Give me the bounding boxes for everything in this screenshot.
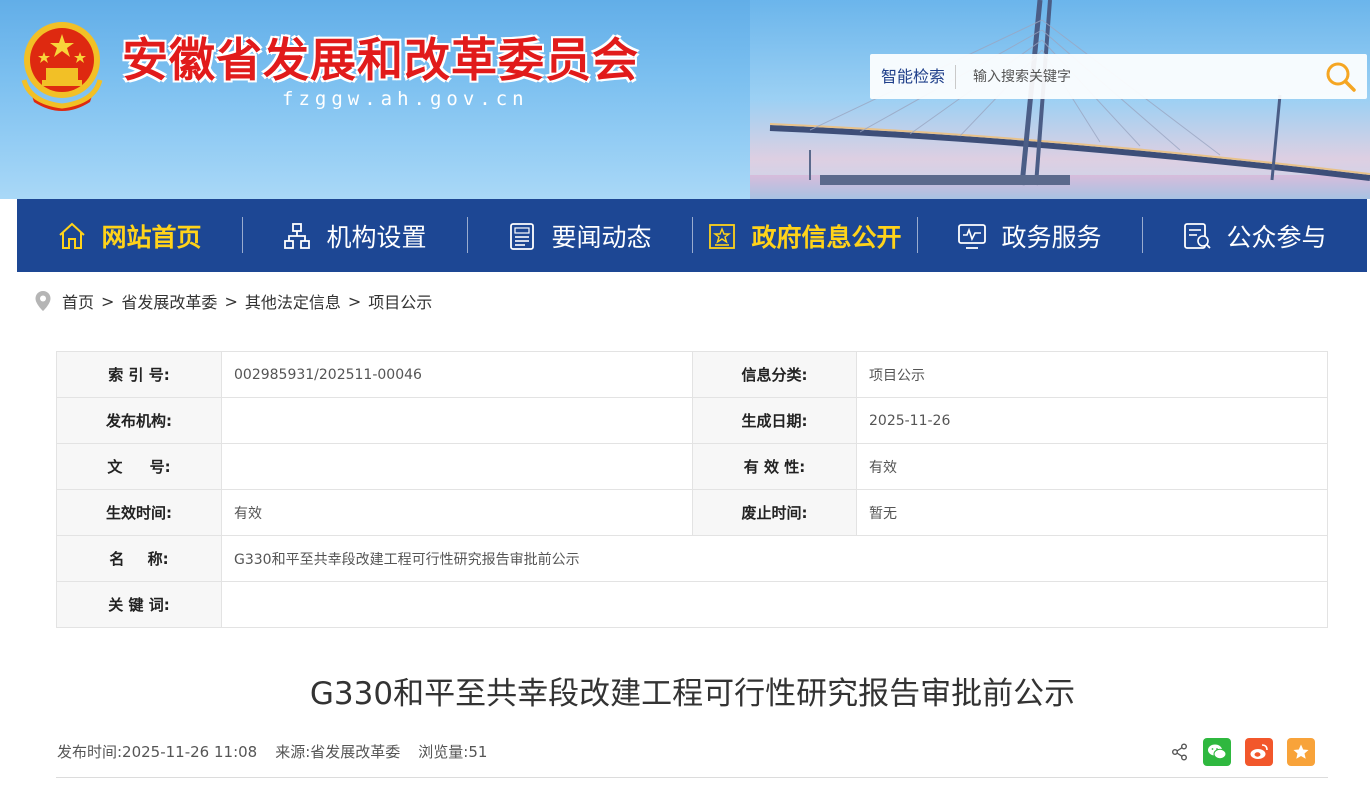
breadcrumb: 首页 > 省发展改革委 > 其他法定信息 > 项目公示 bbox=[34, 287, 432, 315]
bridge-illustration bbox=[750, 0, 1370, 199]
nav-label: 政府信息公开 bbox=[751, 222, 902, 252]
name-label: 名 称: bbox=[56, 535, 222, 582]
info-disclosure-icon bbox=[709, 223, 736, 249]
name-value: G330和平至共幸段改建工程可行性研究报告审批前公示 bbox=[221, 535, 1328, 582]
table-row: 关 键 词: bbox=[56, 581, 1328, 628]
nav-label: 要闻动态 bbox=[551, 222, 652, 252]
breadcrumb-separator: > bbox=[101, 291, 115, 311]
effective-time-value: 有效 bbox=[221, 489, 693, 536]
star-icon bbox=[1293, 744, 1309, 759]
participation-icon bbox=[1184, 222, 1212, 249]
table-row: 发布机构: 生成日期: 2025-11-26 bbox=[56, 397, 1328, 444]
wechat-share-button[interactable] bbox=[1203, 738, 1231, 766]
table-row: 文 号: 有 效 性: 有效 bbox=[56, 443, 1328, 490]
nav-label: 机构设置 bbox=[326, 222, 427, 252]
table-row: 生效时间: 有效 废止时间: 暂无 bbox=[56, 489, 1328, 536]
abolish-time-label: 废止时间: bbox=[692, 489, 857, 536]
category-value: 项目公示 bbox=[856, 351, 1328, 398]
favorite-button[interactable] bbox=[1287, 738, 1315, 766]
breadcrumb-home[interactable]: 首页 bbox=[62, 289, 94, 313]
category-label: 信息分类: bbox=[692, 351, 857, 398]
search-label: 智能检索 bbox=[870, 64, 957, 89]
article-meta: 发布时间:2025-11-26 11:08 来源:省发展改革委 浏览量:51 bbox=[57, 741, 487, 762]
article-title: G330和平至共幸段改建工程可行性研究报告审批前公示 bbox=[309, 676, 1076, 712]
nav-item-services[interactable]: 政务服务 bbox=[917, 199, 1142, 272]
validity-label: 有 效 性: bbox=[692, 443, 857, 490]
breadcrumb-separator: > bbox=[347, 291, 362, 311]
location-pin-icon bbox=[35, 291, 51, 311]
publish-time: 发布时间:2025-11-26 11:08 bbox=[57, 743, 258, 761]
nav-item-news[interactable]: 要闻动态 bbox=[467, 199, 692, 272]
share-icon[interactable] bbox=[1171, 743, 1189, 761]
wechat-icon bbox=[1208, 744, 1227, 760]
created-date-label: 生成日期: bbox=[692, 397, 857, 444]
table-row: 索 引 号: 002985931/202511-00046 信息分类: 项目公示 bbox=[56, 351, 1328, 398]
breadcrumb-commission[interactable]: 省发展改革委 bbox=[121, 289, 217, 313]
article-source: 来源:省发展改革委 bbox=[275, 743, 401, 761]
nav-item-organization[interactable]: 机构设置 bbox=[242, 199, 467, 272]
org-chart-icon bbox=[284, 222, 311, 249]
national-emblem-logo bbox=[21, 22, 103, 111]
doc-number-label: 文 号: bbox=[56, 443, 222, 490]
search-icon[interactable] bbox=[1323, 59, 1359, 95]
weibo-icon bbox=[1250, 744, 1268, 759]
validity-value: 有效 bbox=[856, 443, 1328, 490]
news-icon bbox=[510, 222, 535, 250]
publisher-label: 发布机构: bbox=[56, 397, 222, 444]
keywords-value bbox=[221, 581, 1328, 628]
nav-item-info-disclosure[interactable]: 政府信息公开 bbox=[692, 199, 917, 272]
abolish-time-value: 暂无 bbox=[856, 489, 1328, 536]
search-box: 智能检索 bbox=[870, 54, 1367, 99]
created-date-value: 2025-11-26 bbox=[856, 397, 1328, 444]
weibo-share-button[interactable] bbox=[1245, 738, 1273, 766]
site-header: 安徽省发展和改革委员会 fzggw.ah.gov.cn 智能检索 bbox=[0, 0, 1370, 199]
divider bbox=[56, 777, 1328, 778]
site-title: 安徽省发展和改革委员会 bbox=[122, 33, 639, 87]
breadcrumb-separator: > bbox=[224, 291, 238, 311]
search-input[interactable] bbox=[973, 68, 1304, 85]
keywords-label: 关 键 词: bbox=[56, 581, 222, 628]
nav-label: 政务服务 bbox=[1001, 222, 1102, 252]
nav-label: 公众参与 bbox=[1226, 222, 1327, 252]
share-bar bbox=[1171, 738, 1315, 766]
table-row: 名 称: G330和平至共幸段改建工程可行性研究报告审批前公示 bbox=[56, 535, 1328, 582]
doc-number-value bbox=[221, 443, 693, 490]
site-domain: fzggw.ah.gov.cn bbox=[282, 88, 529, 110]
index-label: 索 引 号: bbox=[56, 351, 222, 398]
monitor-icon bbox=[958, 223, 987, 249]
view-count: 浏览量:51 bbox=[418, 743, 488, 761]
index-value: 002985931/202511-00046 bbox=[221, 351, 693, 398]
main-nav: 网站首页 机构设置 要闻动态 政府信息公开 政务服务 公众参与 bbox=[17, 199, 1367, 272]
breadcrumb-project-notice[interactable]: 项目公示 bbox=[368, 289, 432, 313]
nav-item-participation[interactable]: 公众参与 bbox=[1142, 199, 1367, 272]
breadcrumb-other-info[interactable]: 其他法定信息 bbox=[245, 289, 341, 313]
nav-label: 网站首页 bbox=[101, 222, 202, 252]
nav-item-home[interactable]: 网站首页 bbox=[17, 199, 242, 272]
effective-time-label: 生效时间: bbox=[56, 489, 222, 536]
document-info-table: 索 引 号: 002985931/202511-00046 信息分类: 项目公示… bbox=[56, 351, 1328, 628]
home-icon bbox=[59, 222, 86, 249]
publisher-value bbox=[221, 397, 693, 444]
